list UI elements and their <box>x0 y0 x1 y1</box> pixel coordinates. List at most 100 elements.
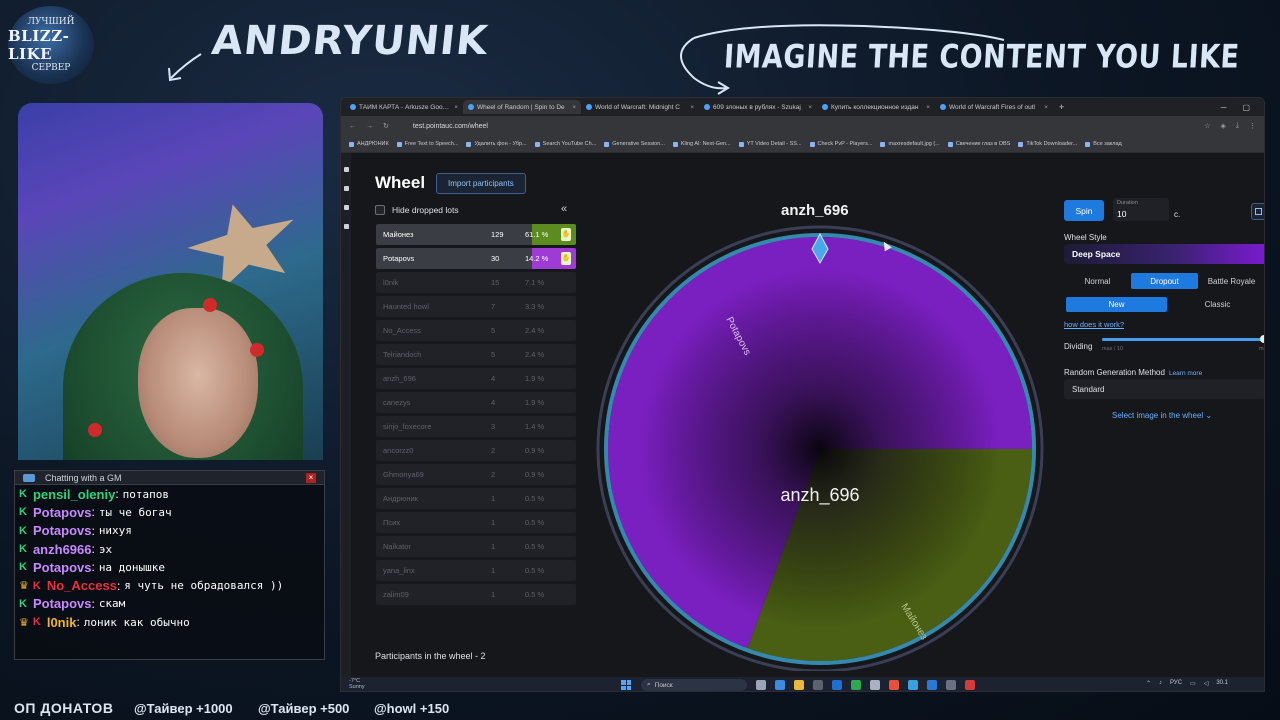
app-icon[interactable] <box>832 680 842 690</box>
chat-username[interactable]: Potapovs <box>33 560 92 575</box>
duration-value[interactable]: 10 <box>1117 209 1126 219</box>
wheel[interactable]: Potapovs Майонез anzh_696 <box>581 201 1051 671</box>
language-indicator[interactable]: РУС <box>1170 680 1182 687</box>
taskbar-search[interactable]: ⌕ Поиск <box>641 679 747 691</box>
browser-tab[interactable]: World of Warcraft Fires of outl × <box>935 100 1053 114</box>
bookmark-item[interactable]: Kling AI: Next-Gen... <box>672 141 731 147</box>
lot-row[interactable]: Андрюник 1 0.5 % <box>376 488 576 509</box>
forward-icon[interactable]: → <box>366 123 373 130</box>
chat-username[interactable]: l0nik <box>47 615 77 630</box>
clock[interactable]: 30.1 <box>1216 680 1228 687</box>
mic-icon[interactable]: ♪ <box>1159 680 1162 687</box>
rgm-select[interactable]: Standard <box>1064 379 1264 399</box>
extensions-icon[interactable]: ◈ <box>1221 122 1226 130</box>
volume-icon[interactable]: ◁ <box>1204 680 1209 687</box>
app-icon[interactable] <box>927 680 937 690</box>
lot-row[interactable]: Ghmonya69 2 0.9 % <box>376 464 576 485</box>
browser-tab[interactable]: World of Warcraft: Midnight C × <box>581 100 699 114</box>
task-view-icon[interactable] <box>756 680 766 690</box>
select-image-button[interactable]: Select image in the wheel ⌄ <box>1112 411 1212 420</box>
lot-row[interactable]: Haunted howl 7 3.3 % <box>376 296 576 317</box>
fullscreen-icon[interactable] <box>1251 203 1264 220</box>
bookmark-item[interactable]: maxresdefault.jpg (... <box>880 141 940 147</box>
chat-username[interactable]: Potapovs <box>33 596 92 611</box>
url-field[interactable]: test.pointauc.com/wheel <box>413 123 1194 130</box>
chat-username[interactable]: anzh6966 <box>33 542 92 557</box>
network-icon[interactable]: ▭ <box>1190 680 1196 687</box>
bookmark-item[interactable]: Check PvP - Players... <box>809 141 872 147</box>
menu-icon[interactable]: ⋮ <box>1249 122 1256 130</box>
hand-icon[interactable]: ✋ <box>561 228 571 241</box>
lot-row[interactable]: zalim09 1 0.5 % <box>376 584 576 605</box>
lot-row[interactable]: Псих 1 0.5 % <box>376 512 576 533</box>
learn-more-link[interactable]: Learn more <box>1169 370 1202 377</box>
close-tab-icon[interactable]: × <box>926 104 930 111</box>
collapse-icon[interactable]: « <box>561 203 567 215</box>
duration-input[interactable]: Duration 10 <box>1113 198 1169 221</box>
close-tab-icon[interactable]: × <box>1044 104 1048 111</box>
close-tab-icon[interactable]: × <box>808 104 812 111</box>
tool-icon[interactable] <box>343 205 349 210</box>
bookmark-item[interactable]: Все заклад <box>1085 141 1122 147</box>
lot-row[interactable]: yana_linx 1 0.5 % <box>376 560 576 581</box>
app-icon[interactable] <box>813 680 823 690</box>
segment-option[interactable]: New <box>1066 297 1167 312</box>
lot-row[interactable]: ancorzz0 2 0.9 % <box>376 440 576 461</box>
lot-row[interactable]: Potapovs 30 14.2 % ✋ <box>376 248 576 269</box>
lot-row[interactable]: Майонез 129 61.1 % ✋ <box>376 224 576 245</box>
close-tab-icon[interactable]: × <box>572 104 576 111</box>
download-icon[interactable]: ⤓ <box>1236 122 1239 130</box>
chat-username[interactable]: Potapovs <box>33 523 92 538</box>
tool-icon[interactable] <box>343 186 349 191</box>
chevron-up-icon[interactable]: ⌃ <box>1146 680 1151 687</box>
checkbox[interactable] <box>375 205 385 215</box>
start-icon[interactable] <box>621 680 631 690</box>
how-it-works-link[interactable]: how does it work? <box>1064 320 1124 329</box>
lot-row[interactable]: Telriandoch 5 2.4 % <box>376 344 576 365</box>
browser-tab[interactable]: Wheel of Random | Spin to De × <box>463 100 581 114</box>
lot-row[interactable]: Naikator 1 0.5 % <box>376 536 576 557</box>
weather-widget[interactable]: -7°C Sunny <box>349 678 365 690</box>
lot-row[interactable]: No_Access 5 2.4 % <box>376 320 576 341</box>
chat-username[interactable]: No_Access <box>47 578 117 593</box>
back-icon[interactable]: ← <box>349 123 356 130</box>
app-icon[interactable] <box>870 680 880 690</box>
close-tab-icon[interactable]: × <box>690 104 694 111</box>
segment-option[interactable]: Classic <box>1167 297 1264 312</box>
import-participants-button[interactable]: Import participants <box>436 173 526 194</box>
tool-icon[interactable] <box>343 224 349 229</box>
segment-option[interactable]: Battle Royale <box>1198 273 1264 289</box>
slider-knob[interactable] <box>1260 335 1264 343</box>
browser-tab[interactable]: ТАЙМ КАРТА - Arkusze Google × <box>345 100 463 114</box>
hide-dropped-toggle[interactable]: Hide dropped lots <box>375 205 459 215</box>
bookmark-item[interactable]: Search YouTube Ch... <box>534 141 596 147</box>
new-tab-icon[interactable]: + <box>1059 102 1064 112</box>
hand-icon[interactable]: ✋ <box>561 252 571 265</box>
app-icon[interactable] <box>965 680 975 690</box>
lot-row[interactable]: canezys 4 1.9 % <box>376 392 576 413</box>
browser-tab[interactable]: 609 злоных в рублях - Szukaj × <box>699 100 817 114</box>
wheel-style-select[interactable]: Deep Space <box>1064 244 1264 264</box>
lot-row[interactable]: l0nik 15 7.1 % <box>376 272 576 293</box>
bookmark-item[interactable]: АНДРЮНИК <box>349 141 389 147</box>
bookmark-item[interactable]: Свечение глаз в OBS <box>947 141 1010 147</box>
bookmark-item[interactable]: TikTok Downloader... <box>1018 141 1077 147</box>
browser-tab[interactable]: Купить коллекционное издан × <box>817 100 935 114</box>
chat-username[interactable]: Potapovs <box>33 505 92 520</box>
maximize-icon[interactable]: ▢ <box>1242 103 1250 112</box>
spin-button[interactable]: Spin <box>1064 200 1104 221</box>
minimize-icon[interactable]: ─ <box>1221 103 1227 112</box>
app-icon[interactable] <box>908 680 918 690</box>
close-icon[interactable]: × <box>306 472 316 483</box>
bookmark-item[interactable]: Free Text to Speech... <box>396 141 458 147</box>
app-icon[interactable] <box>946 680 956 690</box>
app-icon[interactable] <box>775 680 785 690</box>
lot-row[interactable]: sinjo_foxecore 3 1.4 % <box>376 416 576 437</box>
reload-icon[interactable]: ↻ <box>383 122 389 130</box>
folder-icon[interactable] <box>794 680 804 690</box>
dividing-slider[interactable] <box>1102 335 1264 343</box>
bookmark-item[interactable]: YT Video Detail - SS... <box>738 141 802 147</box>
close-tab-icon[interactable]: × <box>454 104 458 111</box>
chrome-icon[interactable] <box>889 680 899 690</box>
star-icon[interactable]: ☆ <box>1204 122 1210 130</box>
